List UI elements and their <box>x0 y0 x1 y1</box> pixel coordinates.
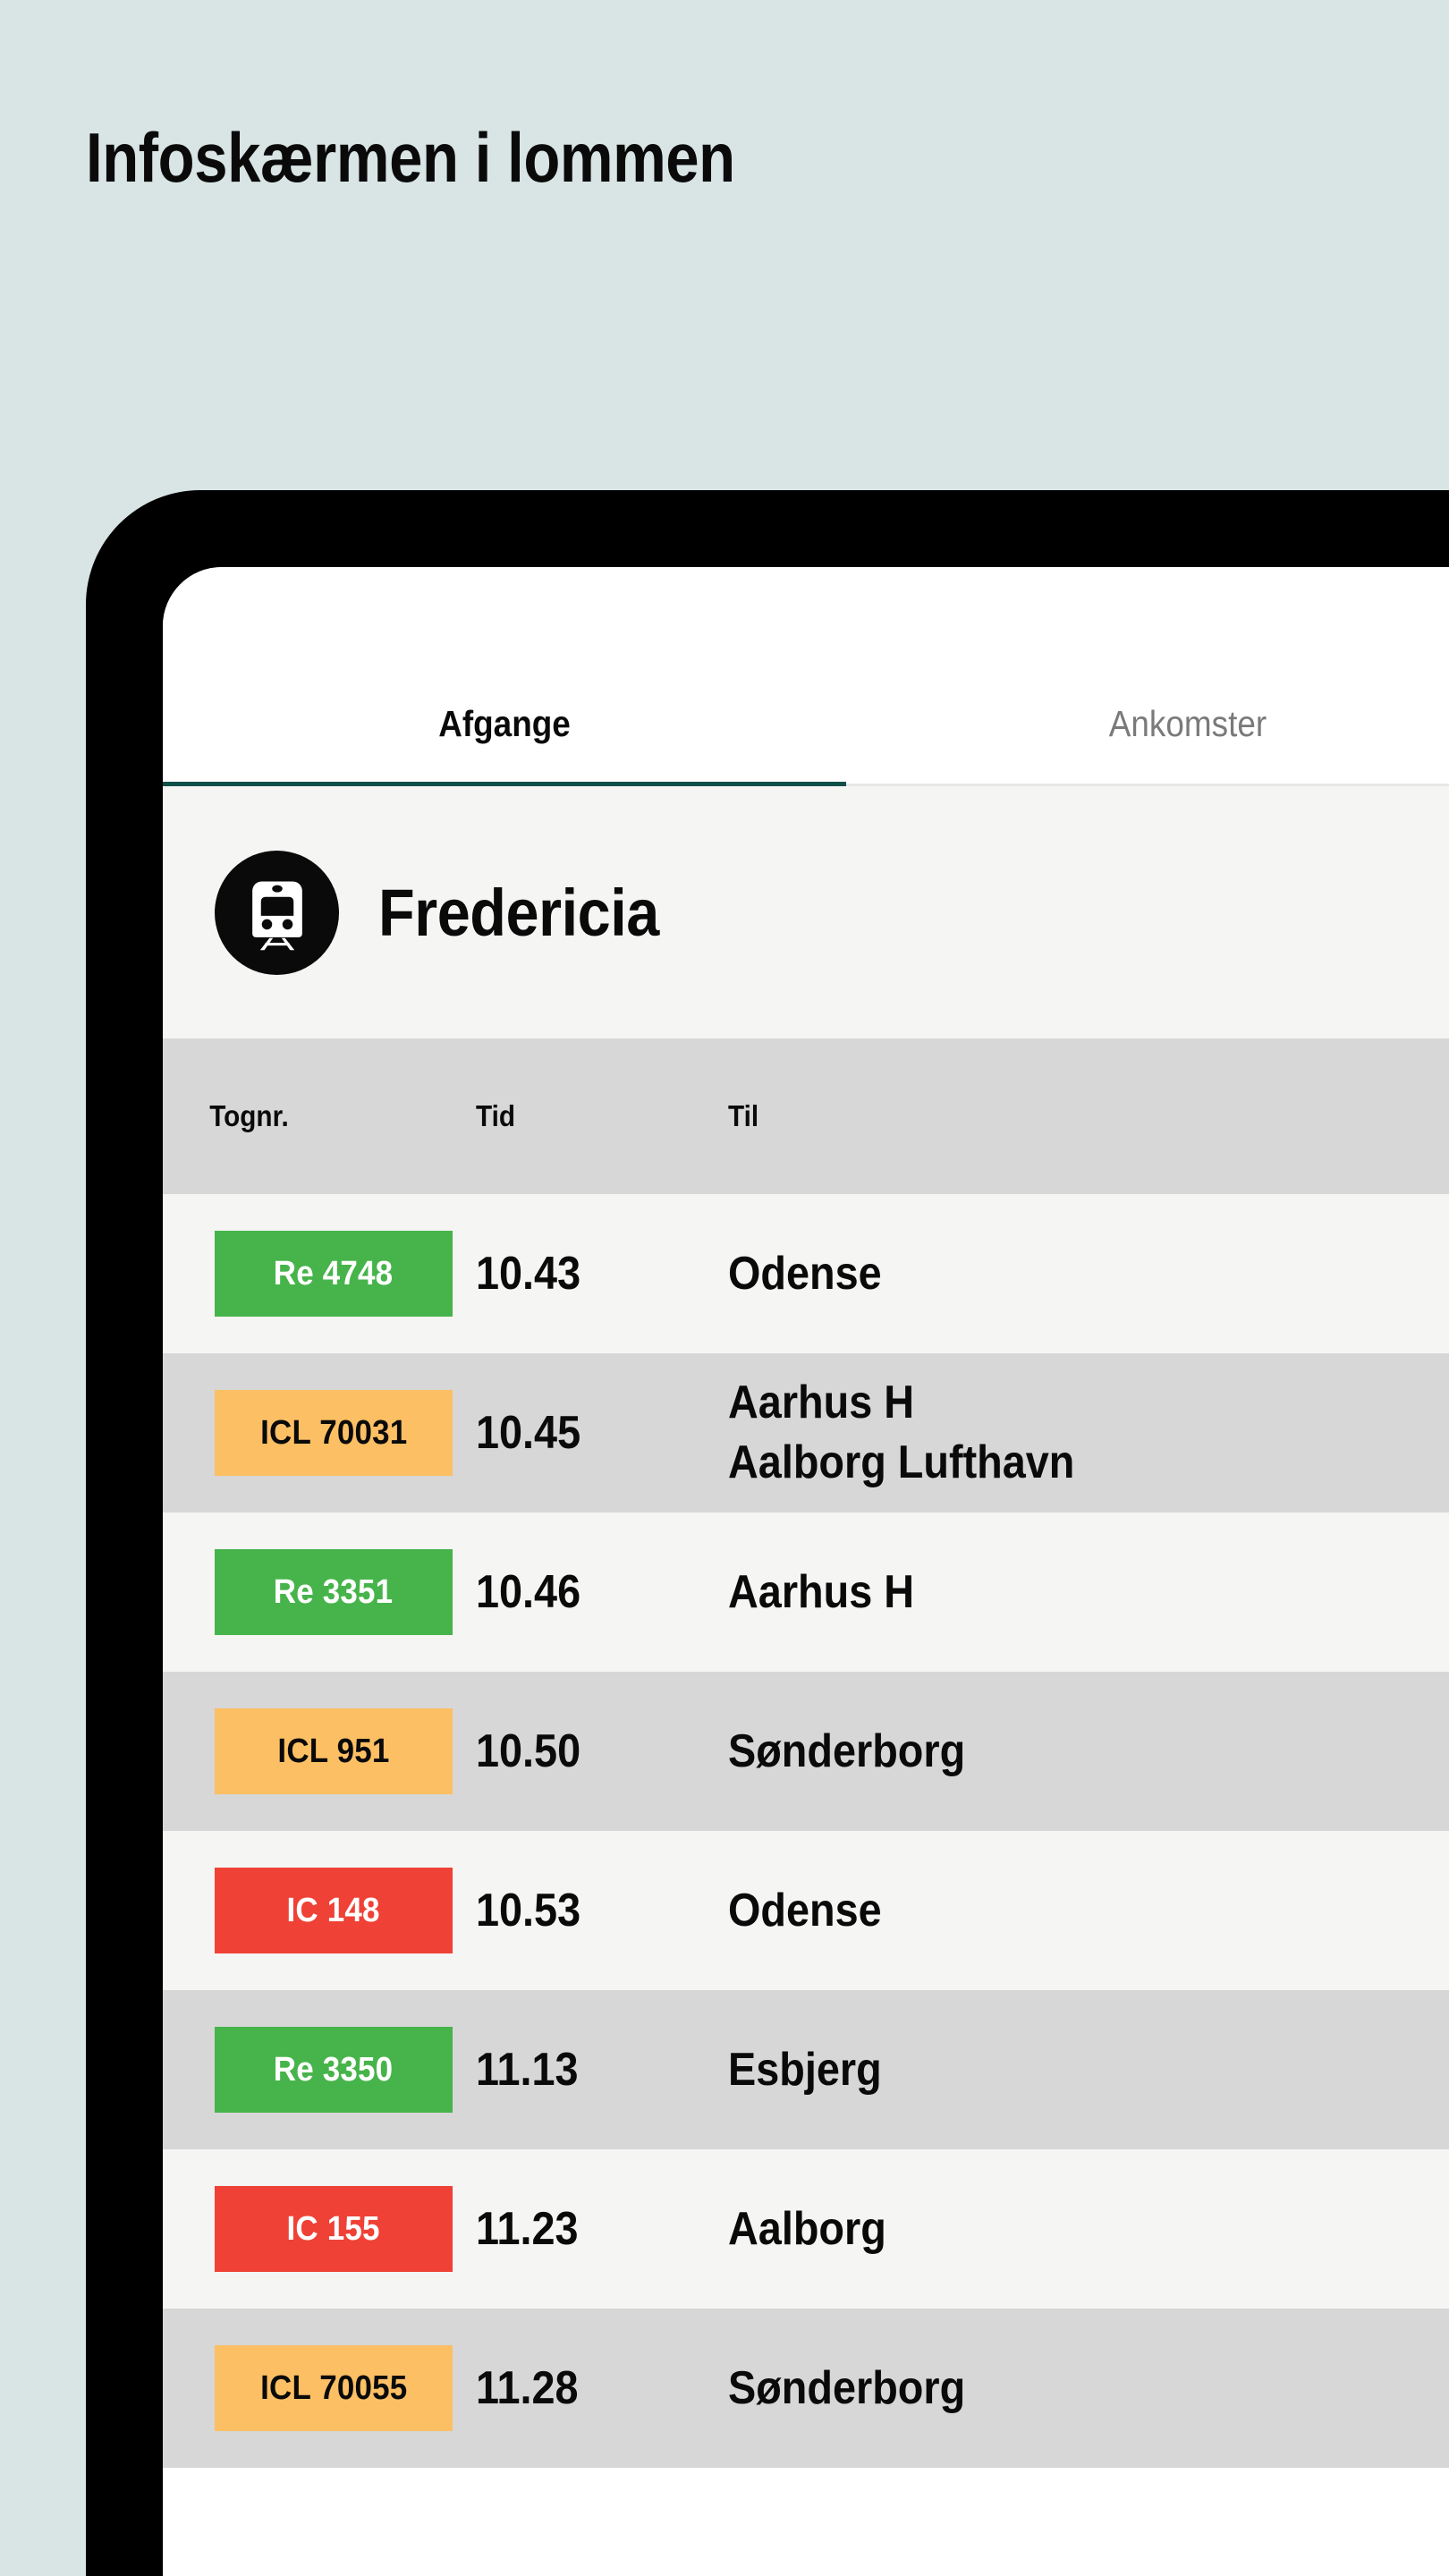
train-number-label: IC 155 <box>286 2209 381 2248</box>
cell-trainno: ICL 70055 <box>163 2345 476 2431</box>
departure-time: 10.45 <box>476 1407 581 1459</box>
table-row[interactable]: Re 3351 10.46 Aarhus H <box>163 1513 1449 1672</box>
column-header-time: Tid <box>476 1099 516 1132</box>
train-number-badge: ICL 951 <box>215 1708 453 1794</box>
train-number-label: IC 148 <box>286 1891 381 1929</box>
train-number-badge: ICL 70031 <box>215 1390 453 1476</box>
table-body: Re 4748 10.43 Odense ICL 70031 10.45 Aarhus H… <box>163 1194 1449 2468</box>
column-header-trainno: Tognr. <box>209 1099 289 1132</box>
destination-label: Esbjerg <box>728 2043 882 2096</box>
cell-trainno: IC 155 <box>163 2186 476 2272</box>
column-header-destination: Til <box>728 1099 759 1132</box>
departure-time: 11.23 <box>476 2203 579 2255</box>
departure-time: 11.28 <box>476 2362 579 2414</box>
cell-destination: Sønderborg <box>728 2359 1449 2419</box>
train-number-label: Re 3350 <box>274 2050 394 2089</box>
departure-time: 10.46 <box>476 1566 581 1618</box>
tab-ankomster[interactable]: Ankomster <box>846 706 1449 784</box>
destination-label: Sønderborg <box>728 1724 966 1777</box>
table-row[interactable]: Re 3350 11.13 Esbjerg <box>163 1990 1449 2149</box>
train-number-label: ICL 951 <box>277 1732 390 1770</box>
cell-trainno: Re 3350 <box>163 2027 476 2113</box>
destination-label: Aalborg <box>728 2202 886 2255</box>
cell-destination: Odense <box>728 1244 1449 1304</box>
page-title: Infoskærmen i lommen <box>86 118 735 198</box>
tab-ankomster-label: Ankomster <box>1108 703 1267 744</box>
cell-destination: Aarhus H <box>728 1563 1449 1623</box>
table-row[interactable]: IC 148 10.53 Odense <box>163 1831 1449 1990</box>
cell-destination: Odense <box>728 1881 1449 1941</box>
tab-afgange-label: Afgange <box>438 703 571 744</box>
train-number-badge: ICL 70055 <box>215 2345 453 2431</box>
tabbar: Afgange Ankomster <box>163 567 1449 786</box>
departure-time: 11.13 <box>476 2044 579 2096</box>
cell-time: 10.45 <box>476 1406 728 1460</box>
cell-destination: Sønderborg <box>728 1722 1449 1782</box>
destination-label: Aarhus H <box>728 1565 915 1618</box>
cell-time: 10.46 <box>476 1565 728 1619</box>
train-icon <box>215 850 339 975</box>
train-number-badge: IC 148 <box>215 1868 453 1953</box>
cell-trainno: Re 3351 <box>163 1549 476 1635</box>
table-row[interactable]: ICL 951 10.50 Sønderborg <box>163 1672 1449 1831</box>
train-number-badge: Re 3351 <box>215 1549 453 1635</box>
table-row[interactable]: Re 4748 10.43 Odense <box>163 1194 1449 1353</box>
station-name: Fredericia <box>378 875 659 950</box>
table-row[interactable]: IC 155 11.23 Aalborg <box>163 2149 1449 2309</box>
poster-page: Infoskærmen i lommen Afgange Ankomster F… <box>0 0 1449 2576</box>
cell-trainno: IC 148 <box>163 1868 476 1953</box>
departures-table: Tognr. Tid Til Re 4748 10.43 Odense ICL 700… <box>163 1038 1449 2468</box>
train-number-badge: Re 3350 <box>215 2027 453 2113</box>
table-row[interactable]: ICL 70031 10.45 Aarhus H Aalborg Lufthavn <box>163 1353 1449 1513</box>
train-number-badge: Re 4748 <box>215 1231 453 1317</box>
train-number-label: ICL 70031 <box>259 1413 408 1452</box>
cell-time: 11.28 <box>476 2361 728 2415</box>
cell-destination: Esbjerg <box>728 2040 1449 2100</box>
cell-time: 10.53 <box>476 1884 728 1937</box>
destination-label: Sønderborg <box>728 2361 966 2414</box>
departure-time: 10.50 <box>476 1725 581 1777</box>
cell-destination: Aarhus H Aalborg Lufthavn <box>728 1373 1449 1492</box>
train-number-label: Re 4748 <box>274 1254 394 1292</box>
table-row[interactable]: ICL 70055 11.28 Sønderborg <box>163 2309 1449 2468</box>
departure-time: 10.53 <box>476 1885 581 1936</box>
cell-destination: Aalborg <box>728 2199 1449 2259</box>
train-number-label: Re 3351 <box>274 1572 394 1611</box>
tab-afgange[interactable]: Afgange <box>163 703 846 786</box>
cell-trainno: Re 4748 <box>163 1231 476 1317</box>
cell-time: 10.50 <box>476 1724 728 1778</box>
destination-label: Odense <box>728 1884 882 1936</box>
destination-label: Odense <box>728 1247 882 1300</box>
cell-trainno: ICL 70031 <box>163 1390 476 1476</box>
table-header-row: Tognr. Tid Til <box>163 1038 1449 1194</box>
phone-mockup: Afgange Ankomster Fredericia Tognr. Tid … <box>86 490 1449 2576</box>
train-number-label: ICL 70055 <box>259 2368 408 2407</box>
cell-trainno: ICL 951 <box>163 1708 476 1794</box>
cell-time: 10.43 <box>476 1247 728 1301</box>
cell-time: 11.23 <box>476 2202 728 2256</box>
train-number-badge: IC 155 <box>215 2186 453 2272</box>
destination-label: Aarhus H Aalborg Lufthavn <box>728 1377 1075 1488</box>
station-header: Fredericia <box>163 786 1449 1038</box>
phone-screen: Afgange Ankomster Fredericia Tognr. Tid … <box>163 567 1449 2576</box>
cell-time: 11.13 <box>476 2043 728 2097</box>
departure-time: 10.43 <box>476 1248 581 1300</box>
